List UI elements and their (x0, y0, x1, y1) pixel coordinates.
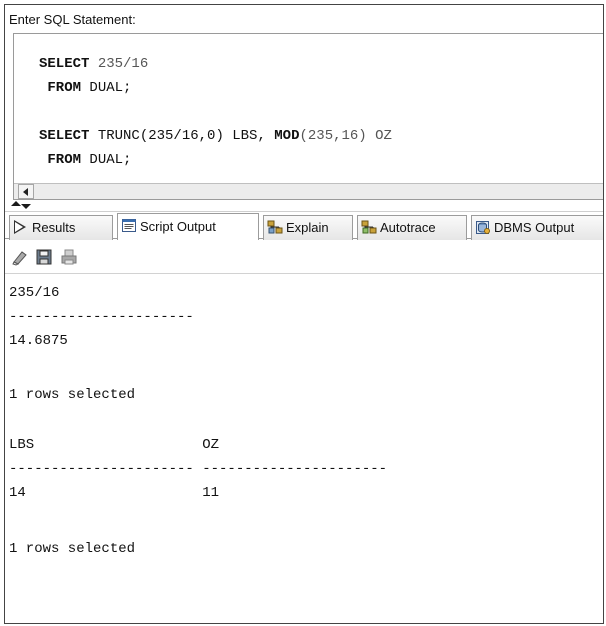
code-line: SELECT TRUNC(235/16,0) LBS, MOD(235,16) … (39, 124, 599, 148)
autotrace-icon (361, 220, 377, 234)
play-outline-icon (14, 220, 28, 235)
enter-sql-prompt: Enter SQL Statement: (9, 12, 136, 27)
tab-label: Autotrace (380, 220, 436, 235)
output-line: ---------------------- -----------------… (9, 461, 388, 477)
code-line: FROM DUAL; (39, 76, 599, 100)
dbms-output-icon (476, 221, 490, 234)
code-line: SELECT 235/16 (39, 52, 599, 76)
eraser-icon[interactable] (11, 248, 29, 266)
scroll-left-icon[interactable] (18, 184, 34, 199)
tab-results[interactable]: Results (9, 215, 113, 240)
output-column-header: LBS OZ (9, 437, 220, 453)
code-text: TRUNC(235/16,0) LBS, (89, 128, 275, 144)
splitter-handle[interactable] (9, 201, 39, 211)
tab-explain[interactable]: Explain (263, 215, 353, 240)
tab-label: Explain (286, 220, 329, 235)
tab-label: Results (32, 220, 76, 235)
tab-script-output[interactable]: Script Output (117, 213, 259, 240)
output-line: 235/16 (9, 285, 60, 301)
script-icon (122, 219, 136, 232)
collapse-up-icon[interactable] (11, 201, 21, 206)
code-line: FROM DUAL; (39, 148, 599, 172)
output-tabs: Results Script Output Explain Autotrace … (5, 211, 603, 240)
tab-label: Script Output (140, 219, 216, 234)
code-text: (235,16) OZ (299, 128, 392, 144)
keyword: SELECT (39, 56, 90, 72)
keyword: MOD (274, 128, 300, 144)
save-icon[interactable] (35, 248, 53, 266)
sql-editor[interactable]: SELECT 235/16 FROM DUAL; SELECT TRUNC(23… (13, 33, 603, 200)
print-icon[interactable] (60, 248, 78, 266)
code-text: DUAL; (81, 80, 132, 96)
sql-worksheet-window: Enter SQL Statement: SELECT 235/16 FROM … (4, 4, 604, 624)
output-toolbar (5, 240, 603, 274)
output-line: 14.6875 (9, 333, 68, 349)
output-line: 1 rows selected (9, 387, 136, 403)
keyword: SELECT (39, 128, 90, 144)
tab-label: DBMS Output (494, 220, 575, 235)
horizontal-scrollbar[interactable] (14, 183, 603, 199)
tab-autotrace[interactable]: Autotrace (357, 215, 467, 240)
sql-code[interactable]: SELECT 235/16 FROM DUAL; SELECT TRUNC(23… (39, 52, 599, 172)
collapse-down-icon[interactable] (21, 204, 31, 209)
output-row: 14 11 (9, 485, 220, 501)
explain-plan-icon (267, 220, 283, 234)
code-text: DUAL; (81, 152, 132, 168)
code-text: 235/16 (89, 56, 149, 72)
keyword: FROM (39, 80, 82, 96)
keyword: FROM (39, 152, 82, 168)
output-line: 1 rows selected (9, 541, 136, 557)
script-output-panel[interactable]: 235/16 ---------------------- 14.6875 1 … (5, 275, 603, 623)
output-line: ---------------------- (9, 309, 194, 325)
tab-dbms-output[interactable]: DBMS Output (471, 215, 603, 240)
